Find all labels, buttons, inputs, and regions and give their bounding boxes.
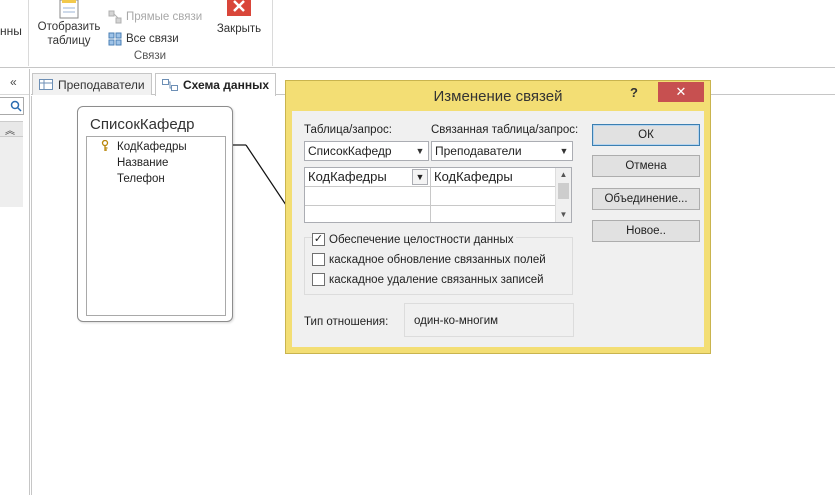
show-table-label-1: Отобразить (37, 21, 101, 33)
table-query-label: Таблица/запрос: (304, 124, 392, 136)
table-icon (39, 79, 53, 90)
cancel-button[interactable]: Отмена (592, 155, 700, 177)
scroll-up-icon[interactable]: ▲ (556, 168, 571, 182)
search-icon (10, 100, 22, 112)
help-button[interactable]: ? (624, 84, 644, 102)
field-item[interactable]: Телефон (87, 171, 225, 187)
related-table-label: Связанная таблица/запрос: (431, 124, 579, 136)
field-name: Название (117, 157, 169, 169)
tab-data-schema-label: Схема данных (183, 78, 269, 92)
direct-links-button[interactable]: Прямые связи (108, 9, 202, 25)
ribbon-group-label: Связи (133, 50, 167, 62)
relationship-type-label: Тип отношения: (304, 316, 389, 328)
tab-teachers-label: Преподаватели (58, 77, 145, 92)
grid-cell-empty[interactable] (305, 187, 431, 206)
ribbon-cut-label: нны (0, 24, 22, 38)
scroll-down-icon[interactable]: ▼ (556, 208, 571, 222)
all-links-label: Все связи (126, 33, 179, 45)
edit-relationships-dialog: Изменение связей ? ✕ Таблица/запрос: Свя… (286, 81, 710, 353)
direct-links-label: Прямые связи (126, 11, 203, 23)
show-table-icon (59, 0, 79, 19)
ribbon-separator (28, 0, 29, 66)
table-query-select[interactable]: СписокКафедр ▼ (304, 141, 429, 161)
cascade-update-row[interactable]: каскадное обновление связанных полей (312, 253, 546, 266)
close-label: Закрыть (216, 23, 262, 35)
chevron-down-icon: ▼ (415, 146, 425, 156)
ok-button[interactable]: ОК (592, 124, 700, 146)
all-links-button[interactable]: Все связи (108, 31, 179, 47)
relationships-icon (162, 79, 178, 91)
field-list: КодКафедры Название Телефон (86, 136, 226, 316)
primary-key-icon (101, 140, 109, 151)
chevron-down-icon: ▼ (559, 146, 569, 156)
dialog-titlebar: Изменение связей ? ✕ (286, 81, 710, 111)
ribbon-separator (272, 0, 273, 66)
table-query-value: СписокКафедр (308, 144, 392, 158)
field-item[interactable]: КодКафедры (87, 139, 225, 155)
grid-cell-empty[interactable] (431, 187, 556, 206)
cascade-delete-label: каскадное удаление связанных записей (329, 273, 544, 286)
grid-cell-empty[interactable] (431, 206, 556, 222)
grid-cell-right[interactable]: КодКафедры (431, 168, 556, 187)
dialog-close-button[interactable]: ✕ (658, 82, 704, 102)
table-box-departments[interactable]: СписокКафедр КодКафедры Название Телефон (77, 106, 233, 322)
integrity-label: Обеспечение целостности данных (329, 233, 514, 246)
join-type-button[interactable]: Объединение... (592, 188, 700, 210)
nav-pane-header: « (0, 69, 29, 95)
related-table-select[interactable]: Преподаватели ▼ (431, 141, 573, 161)
collapse-chevron-icon[interactable]: « (10, 75, 17, 89)
cascade-update-label: каскадное обновление связанных полей (329, 253, 546, 266)
cascade-delete-checkbox[interactable] (312, 273, 325, 286)
show-table-label-2: таблицу (47, 35, 91, 47)
grid-left-field: КодКафедры (308, 169, 387, 184)
cascade-delete-row[interactable]: каскадное удаление связанных записей (312, 273, 544, 286)
cascade-update-checkbox[interactable] (312, 253, 325, 266)
grid-right-field: КодКафедры (434, 169, 513, 184)
direct-links-icon (108, 10, 122, 24)
dialog-body: Таблица/запрос: Связанная таблица/запрос… (292, 111, 704, 347)
all-links-icon (108, 32, 122, 46)
join-fields-grid[interactable]: КодКафедры ▼ КодКафедры ▲ ▼ (304, 167, 572, 223)
grid-cell-empty[interactable] (305, 206, 431, 222)
nav-search-input[interactable] (0, 97, 24, 115)
tab-teachers[interactable]: Преподаватели (32, 73, 152, 95)
collapse-up-icon: ︽ (5, 126, 15, 137)
field-name: Телефон (117, 173, 165, 185)
grid-cell-left[interactable]: КодКафедры ▼ (305, 168, 431, 187)
integrity-checkbox[interactable]: ✓ (312, 233, 325, 246)
dialog-title: Изменение связей (433, 88, 563, 105)
table-box-title: СписокКафедр (90, 116, 195, 133)
field-name: КодКафедры (117, 141, 187, 153)
chevron-down-icon[interactable]: ▼ (412, 169, 428, 185)
close-relationships-button[interactable]: Закрыть (212, 0, 266, 36)
tab-data-schema[interactable]: Схема данных (155, 73, 276, 96)
field-item[interactable]: Название (87, 155, 225, 171)
grid-scrollbar[interactable]: ▲ ▼ (555, 168, 571, 222)
show-table-button[interactable]: Отобразить таблицу (34, 0, 104, 48)
close-x-icon (227, 0, 251, 16)
integrity-checkbox-row[interactable]: ✓ Обеспечение целостности данных (312, 233, 517, 246)
navigation-pane: « ︽ (0, 69, 30, 495)
nav-item-area (0, 137, 23, 207)
relationship-type-value: один-ко-многим (414, 315, 499, 327)
related-table-value: Преподаватели (435, 144, 522, 158)
ribbon: нны Отобразить таблицу Прямые связи Все … (0, 0, 835, 68)
scroll-thumb[interactable] (558, 183, 569, 199)
create-new-button[interactable]: Новое.. (592, 220, 700, 242)
nav-section-header[interactable]: ︽ (0, 121, 23, 137)
close-icon: ✕ (675, 84, 687, 99)
